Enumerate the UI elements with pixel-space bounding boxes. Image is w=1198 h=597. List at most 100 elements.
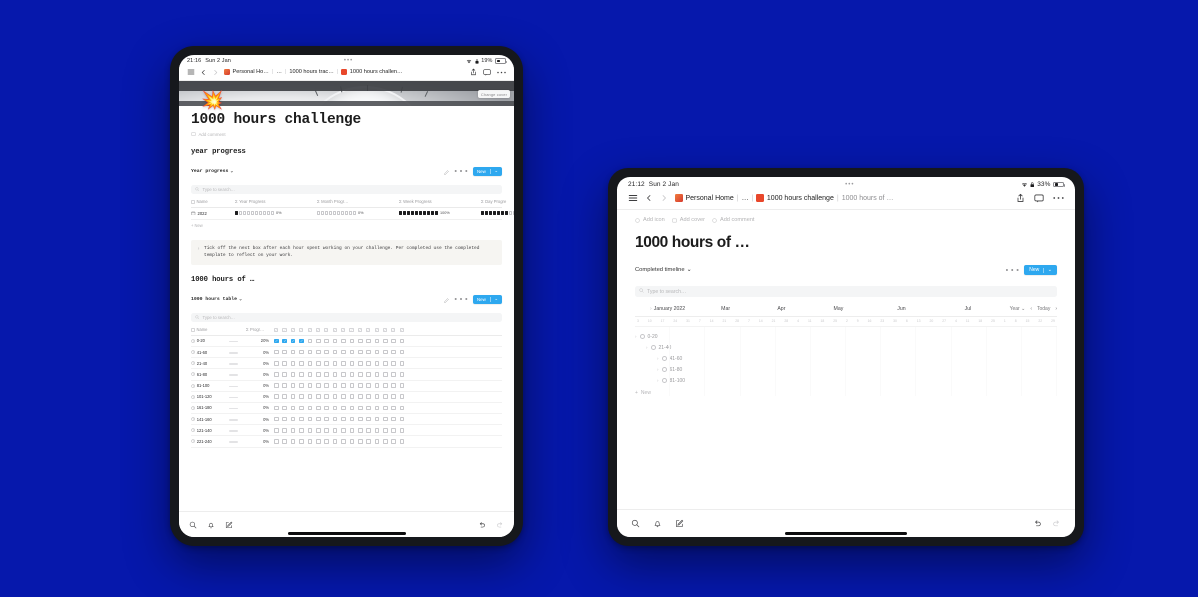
hour-checkbox[interactable]	[357, 416, 363, 422]
hour-checkbox[interactable]	[399, 349, 405, 355]
hour-checkbox[interactable]	[332, 372, 338, 377]
hour-checkbox[interactable]	[315, 428, 321, 433]
hour-checkbox[interactable]	[332, 360, 338, 366]
table-row[interactable]: 101-120 0%	[191, 392, 502, 403]
cell-progress[interactable]: 0%	[246, 383, 272, 388]
table-new-row-button[interactable]: + New	[191, 220, 502, 231]
breadcrumb-item-2[interactable]: 1000 hours trac…	[289, 69, 333, 75]
ellipsis-icon[interactable]	[1053, 196, 1064, 200]
hour-checkbox[interactable]	[274, 338, 279, 344]
share-icon[interactable]	[470, 68, 477, 76]
undo-icon[interactable]	[478, 516, 486, 534]
row-name-cell[interactable]: 2022	[191, 211, 231, 216]
timeline-zoom-select[interactable]: Year ⌄	[1010, 306, 1026, 312]
hour-checkbox[interactable]	[391, 405, 397, 411]
hour-checkbox[interactable]	[349, 405, 355, 411]
hour-checkbox[interactable]	[357, 360, 363, 366]
hour-checkbox[interactable]	[399, 428, 405, 433]
hour-checkbox[interactable]	[349, 383, 355, 388]
hour-checkbox[interactable]	[374, 405, 380, 411]
hour-checkbox[interactable]	[307, 383, 313, 388]
breadcrumb-item-2[interactable]: 1000 hours challenge	[756, 194, 834, 202]
cell-progress[interactable]: 0%	[246, 439, 272, 444]
chevron-right-icon[interactable]: ›	[657, 367, 659, 372]
column-header-day-progress[interactable]: Σ Day Progre	[477, 199, 514, 204]
hour-checkbox[interactable]	[307, 349, 313, 355]
hour-checkbox[interactable]	[366, 372, 371, 377]
hour-checkbox[interactable]	[374, 439, 380, 444]
chevron-right-icon[interactable]: ›	[1055, 306, 1057, 312]
hamburger-icon[interactable]	[187, 68, 195, 76]
hour-checkbox[interactable]	[315, 372, 321, 377]
hour-checkbox[interactable]	[299, 349, 304, 355]
hour-checkbox[interactable]	[315, 338, 321, 344]
chevron-right-icon[interactable]: ›	[650, 306, 652, 312]
ellipsis-icon[interactable]: ⋯	[453, 289, 469, 309]
hour-checkbox[interactable]	[383, 383, 388, 388]
hour-checkbox[interactable]	[290, 360, 296, 366]
hour-checkbox[interactable]	[383, 349, 388, 355]
hour-checkbox[interactable]	[324, 394, 329, 400]
column-header-week-progress[interactable]: Σ Week Progress	[395, 199, 477, 204]
hour-checkbox[interactable]	[307, 405, 313, 411]
compose-icon[interactable]	[675, 515, 684, 533]
hour-checkbox[interactable]	[366, 338, 371, 344]
new-button-year[interactable]: New ⌄	[473, 166, 502, 176]
add-cover-button[interactable]: Add cover	[671, 217, 705, 223]
timeline-item[interactable]: › 81-100	[635, 375, 1057, 386]
hour-checkbox[interactable]	[274, 360, 279, 366]
hour-checkbox[interactable]	[332, 338, 338, 344]
hour-checkbox[interactable]	[282, 372, 287, 377]
hour-checkbox[interactable]	[349, 349, 355, 355]
hour-checkbox[interactable]	[299, 360, 304, 366]
hour-checkbox[interactable]	[315, 360, 321, 366]
add-comment-button[interactable]: Add comment	[712, 217, 754, 223]
hour-checkbox[interactable]	[374, 349, 380, 355]
table-row[interactable]: 121-140 0%	[191, 425, 502, 437]
hour-checkbox[interactable]	[341, 405, 346, 411]
undo-icon[interactable]	[1033, 515, 1042, 533]
hour-checkbox[interactable]	[399, 338, 405, 344]
hour-checkbox[interactable]	[349, 416, 355, 422]
column-header-month-progress[interactable]: Σ Month Progr…	[313, 199, 395, 204]
hour-checkbox[interactable]	[374, 428, 380, 433]
hour-checkbox[interactable]	[290, 428, 296, 433]
view-tab-completed-timeline[interactable]: Completed timeline ⌄	[635, 267, 691, 273]
hour-checkbox[interactable]	[341, 394, 346, 400]
hour-checkbox[interactable]	[357, 383, 363, 388]
hour-checkbox[interactable]	[391, 338, 397, 344]
home-indicator[interactable]	[785, 531, 907, 535]
hour-checkbox[interactable]	[315, 394, 321, 400]
edit-pencil-icon[interactable]	[444, 290, 449, 308]
hour-checkbox[interactable]	[315, 383, 321, 388]
hour-checkbox[interactable]	[357, 439, 363, 444]
hour-checkbox[interactable]	[282, 428, 287, 433]
chevron-right-icon[interactable]: ›	[657, 356, 659, 361]
hour-checkbox[interactable]	[399, 372, 405, 377]
row-name-cell[interactable]: 101-120	[191, 394, 229, 399]
search-input-hours[interactable]: Type to search…	[191, 313, 502, 323]
breadcrumb-item-3[interactable]: 1000 hours of …	[842, 195, 894, 202]
hour-checkbox[interactable]	[357, 428, 363, 433]
hour-checkbox[interactable]	[324, 416, 329, 422]
hour-checkbox[interactable]	[383, 360, 388, 366]
hour-checkbox[interactable]	[315, 405, 321, 411]
cell-progress[interactable]: 0%	[246, 428, 272, 433]
view-tab-year-progress[interactable]: Year progress ⌄	[191, 169, 233, 174]
breadcrumb-item-1[interactable]: …	[276, 69, 282, 75]
hour-checkbox[interactable]	[357, 405, 363, 411]
ellipsis-icon[interactable]: ⋯	[1004, 260, 1020, 280]
hamburger-icon[interactable]	[628, 193, 638, 203]
table-row[interactable]: 81-100 0%	[191, 381, 502, 392]
hour-checkbox[interactable]	[383, 394, 388, 400]
hour-checkbox[interactable]	[282, 338, 287, 344]
hour-checkbox[interactable]	[315, 439, 321, 444]
row-name-cell[interactable]: 161-180	[191, 405, 229, 410]
hour-checkbox[interactable]	[341, 383, 346, 388]
hour-checkbox[interactable]	[324, 405, 329, 411]
cell-progress[interactable]: 0%	[246, 394, 272, 399]
hour-checkbox[interactable]	[366, 383, 371, 388]
column-header-name[interactable]: Name	[191, 327, 229, 332]
hour-checkbox[interactable]	[290, 349, 296, 355]
table-row[interactable]: 41-60 0%	[191, 347, 502, 359]
